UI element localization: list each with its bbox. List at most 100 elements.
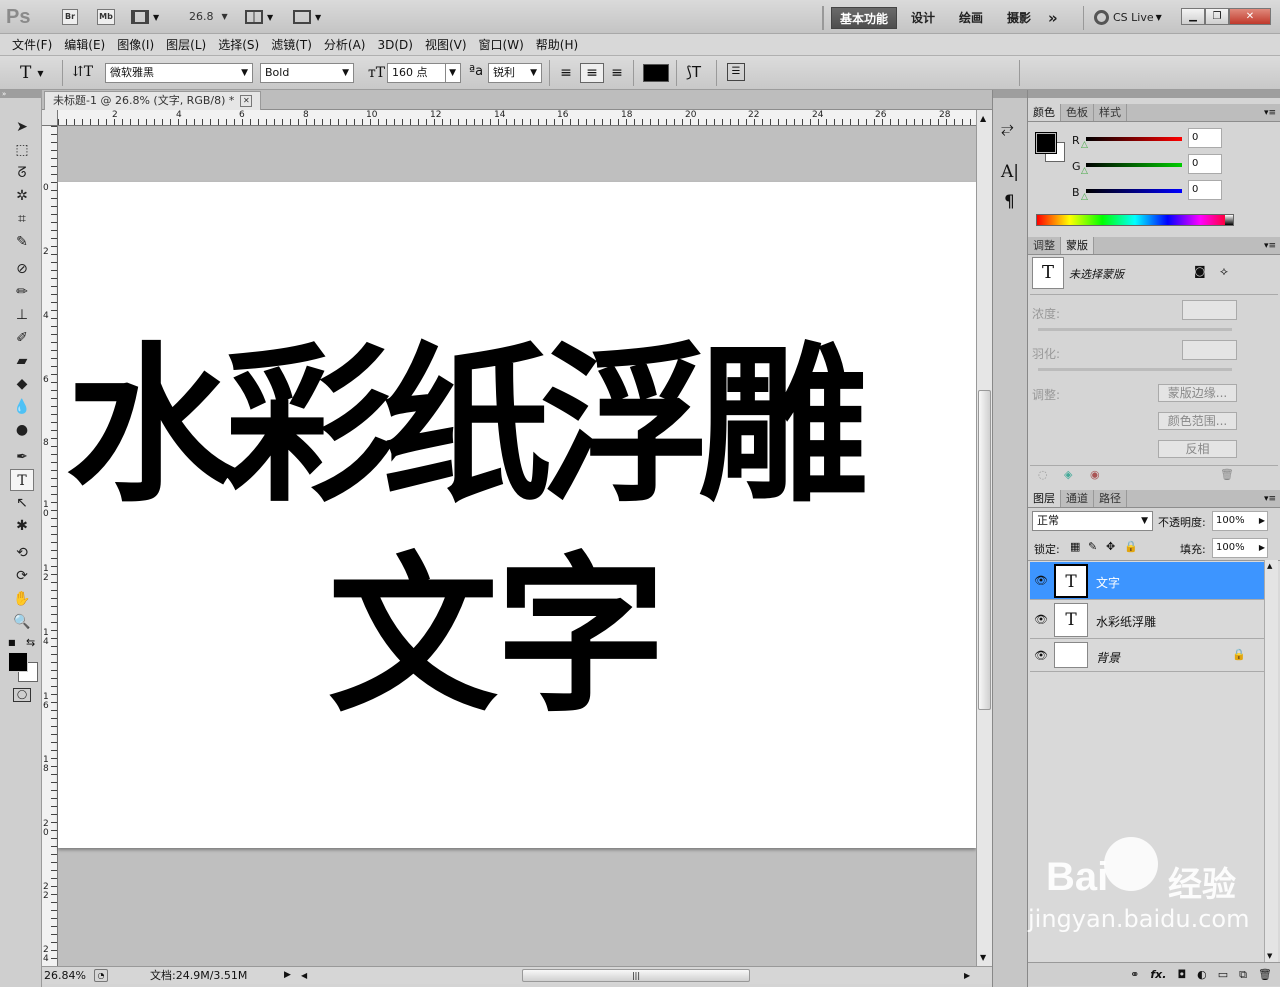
cs-live-button[interactable]: CS Live ▼ [1094,9,1162,25]
marquee-tool-icon[interactable]: ⬚ [10,139,34,161]
add-mask-icon[interactable]: ◘ [1177,968,1186,981]
adjustment-layer-icon[interactable]: ◐ [1197,968,1207,981]
red-value-input[interactable]: 0 [1188,128,1222,148]
opacity-input[interactable]: 100% ▶ [1212,511,1268,531]
panel-menu-icon[interactable]: ▾≡ [1264,241,1276,251]
close-tab-icon[interactable]: ✕ [240,95,253,107]
status-info-icon[interactable]: ◔ [94,969,108,982]
tool-preset-picker[interactable]: T ▼ [20,63,44,83]
ruler-origin[interactable] [42,110,58,126]
zoom-level-dropdown[interactable]: 26.8 ▼ [189,9,228,25]
color-spectrum-ramp[interactable] [1036,214,1234,226]
chevron-right-icon[interactable]: ▶ [1259,539,1265,557]
layer-row-background[interactable]: 👁 背景 🔒 [1030,640,1278,672]
paint-bucket-tool-icon[interactable]: ◆ [10,373,34,395]
align-right-icon[interactable]: ≡ [607,64,627,82]
scroll-up-icon[interactable]: ▲ [980,114,986,123]
invert-button[interactable]: 反相 [1158,440,1237,458]
text-orientation-icon[interactable]: ⇵T [72,64,93,80]
minimize-button[interactable]: ▁ [1181,8,1205,25]
3d-rotate-tool-icon[interactable]: ⟲ [10,542,34,564]
tab-channels[interactable]: 通道 [1061,490,1094,507]
fx-icon[interactable]: fx. [1150,968,1166,981]
bridge-button[interactable]: Br [62,9,78,25]
layer-name[interactable]: 背景 [1096,649,1120,666]
blue-slider[interactable] [1086,189,1182,193]
vector-mask-icon[interactable]: ⟡ [1220,264,1228,279]
quick-selection-tool-icon[interactable]: ✲ [10,185,34,207]
layer-row-emboss[interactable]: 👁 T 水彩纸浮雕 [1030,601,1278,639]
warp-text-icon[interactable]: ⟆T [686,63,701,81]
tab-styles[interactable]: 样式 [1094,104,1127,121]
font-size-input[interactable]: 160 点 ▼ [387,63,461,83]
type-tool-icon[interactable]: T [10,469,34,491]
tab-paths[interactable]: 路径 [1094,490,1127,507]
more-workspaces-button[interactable]: » [1040,7,1066,29]
slider-handle-icon[interactable]: △ [1081,166,1088,176]
green-slider[interactable] [1086,163,1182,167]
eraser-tool-icon[interactable]: ▰ [10,350,34,372]
lock-all-icon[interactable]: 🔒 [1124,540,1138,553]
menu-layer[interactable]: 图层(L) [160,34,212,56]
antialias-select[interactable]: 锐利 ▼ [488,63,542,83]
collapse-toolbar-icon[interactable]: » [0,90,42,98]
delete-mask-icon[interactable]: 🗑 [1220,468,1234,481]
color-range-button[interactable]: 颜色范围... [1158,412,1237,430]
eyedropper-tool-icon[interactable]: ✎ [10,231,34,253]
text-color-swatch[interactable] [643,64,669,82]
canvas-text-line1[interactable]: 水彩纸浮雕 [66,332,868,522]
font-style-select[interactable]: Bold ▼ [260,63,354,83]
menu-image[interactable]: 图像(I) [111,34,160,56]
path-selection-tool-icon[interactable]: ↖ [10,492,34,514]
swap-colors-icon[interactable]: ⇆ [26,636,35,649]
menu-filter[interactable]: 滤镜(T) [265,34,318,56]
blue-value-input[interactable]: 0 [1188,180,1222,200]
link-layers-icon[interactable]: ⚭ [1130,968,1139,981]
align-center-icon[interactable]: ≡ [580,63,604,83]
workspace-essentials[interactable]: 基本功能 [831,7,898,29]
scroll-down-icon[interactable]: ▼ [980,953,986,962]
green-value-input[interactable]: 0 [1188,154,1222,174]
scroll-down-icon[interactable]: ▼ [1267,952,1272,960]
menu-edit[interactable]: 编辑(E) [58,34,111,56]
fill-input[interactable]: 100% ▶ [1212,538,1268,558]
dodge-tool-icon[interactable]: ● [10,419,34,441]
canvas-text-line2[interactable]: 文字 [328,542,666,732]
horizontal-ruler[interactable]: 2 4 6 8 10 12 14 16 18 20 22 24 26 28 [58,110,976,126]
arrange-documents-button[interactable]: ▼ [245,9,273,25]
quick-mask-icon[interactable]: ◯ [13,688,31,702]
layer-name[interactable]: 水彩纸浮雕 [1096,613,1156,630]
tab-layers[interactable]: 图层 [1028,490,1061,507]
menu-help[interactable]: 帮助(H) [530,34,584,56]
eye-icon[interactable]: 👁 [1034,649,1048,663]
vertical-scroll-thumb[interactable] [978,390,991,710]
load-selection-icon[interactable]: ◌ [1038,468,1048,481]
blend-mode-select[interactable]: 正常 ▼ [1032,511,1153,531]
feather-input[interactable] [1182,340,1237,360]
screen-mode-button[interactable]: ▼ [293,9,321,25]
clone-stamp-tool-icon[interactable]: ⊥ [10,304,34,326]
eye-icon[interactable]: 👁 [1034,613,1048,627]
density-input[interactable] [1182,300,1237,320]
zoom-tool-icon[interactable]: 🔍 [10,611,34,633]
layer-row-text[interactable]: 👁 T 文字 [1030,562,1278,600]
tab-masks[interactable]: 蒙版 [1061,237,1094,254]
mask-edge-button[interactable]: 蒙版边缘... [1158,384,1237,402]
menu-file[interactable]: 文件(F) [6,34,58,56]
scroll-right-icon[interactable]: ▶ [964,967,970,984]
foreground-color-swatch[interactable] [1036,133,1056,153]
menu-3d[interactable]: 3D(D) [371,34,418,56]
lasso-tool-icon[interactable]: ᘔ [10,162,34,184]
history-panel-icon[interactable]: ⥂ [1001,118,1014,138]
document-tab[interactable]: 未标题-1 @ 26.8% (文字, RGB/8) * ✕ [44,91,262,110]
3d-orbit-tool-icon[interactable]: ⟳ [10,565,34,587]
pen-tool-icon[interactable]: ✒ [10,446,34,468]
close-button[interactable]: ✕ [1229,8,1271,25]
foreground-color-swatch[interactable] [8,652,28,672]
scroll-left-icon[interactable]: ◀ [301,967,307,984]
new-layer-icon[interactable]: ⧉ [1239,968,1247,982]
feather-slider[interactable] [1038,368,1232,371]
healing-brush-tool-icon[interactable]: ⊘ [10,258,34,280]
layers-scrollbar[interactable]: ▲ ▼ [1264,560,1278,962]
history-brush-tool-icon[interactable]: ✐ [10,327,34,349]
